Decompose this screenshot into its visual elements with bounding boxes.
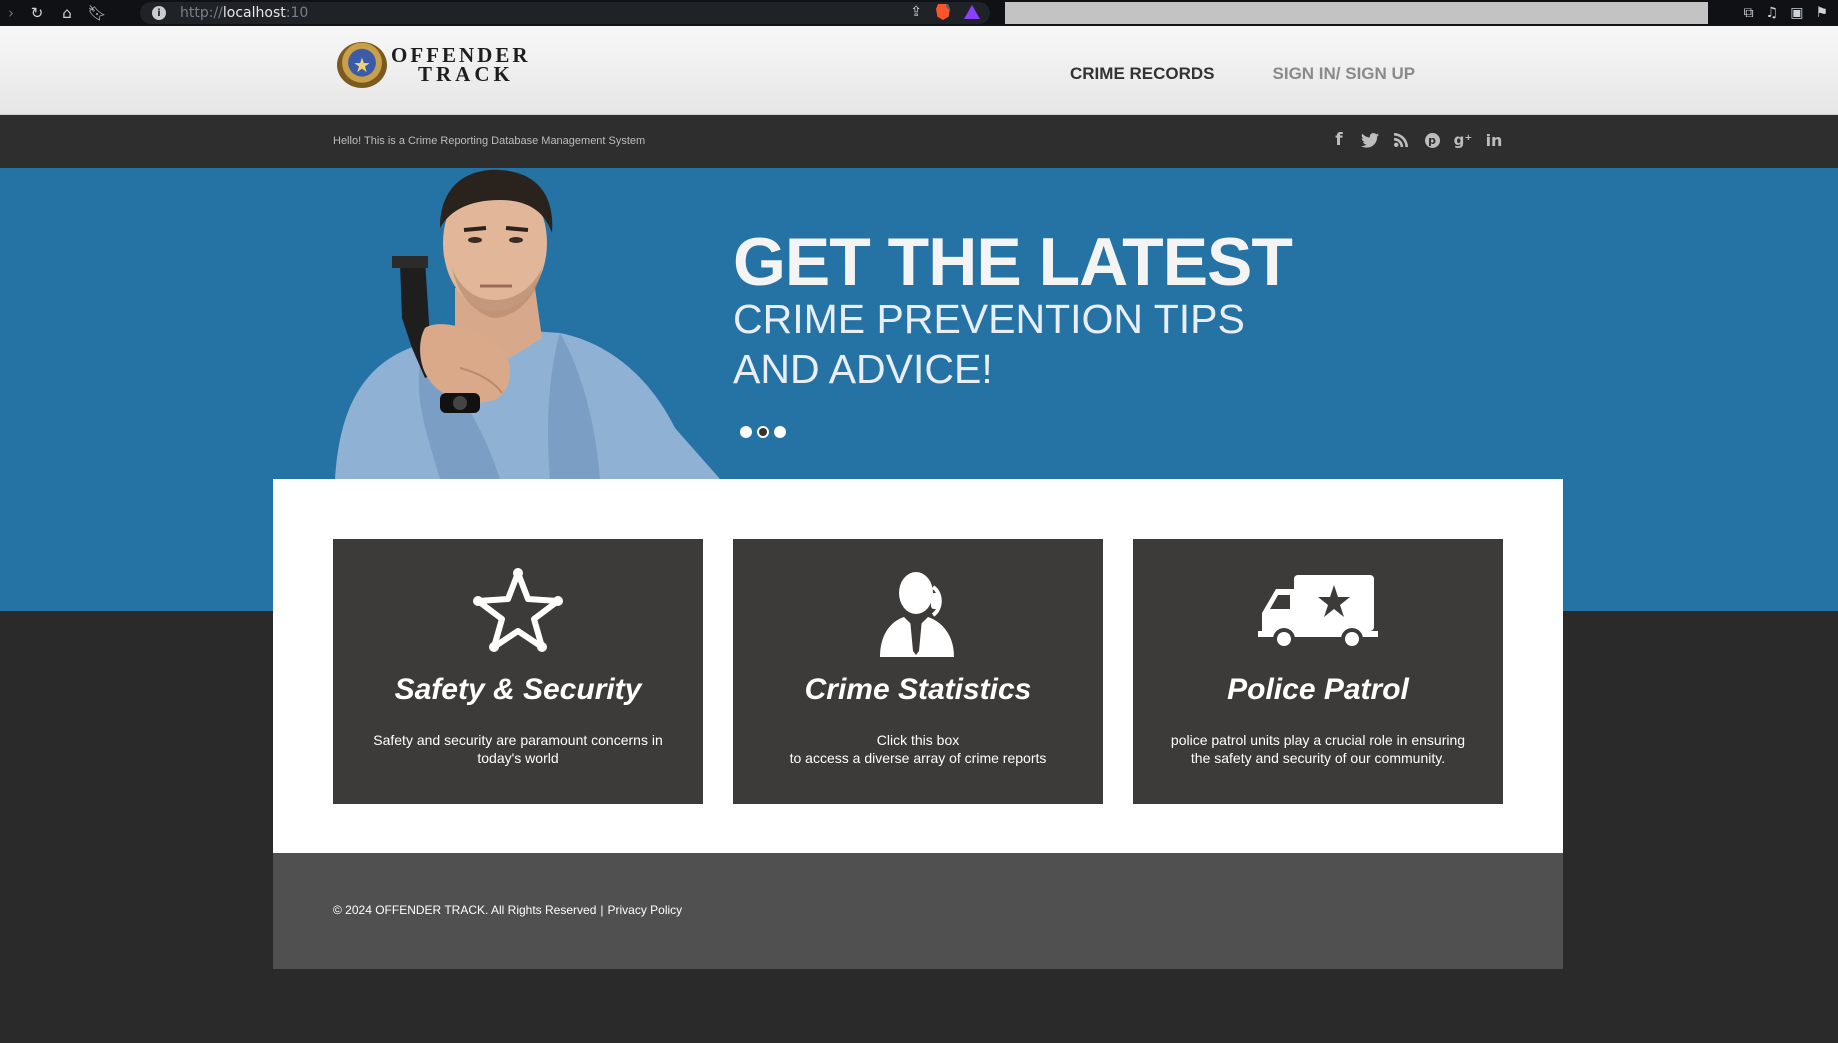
blurred-toolbar-region xyxy=(1005,2,1708,24)
google-plus-icon[interactable]: g⁺ xyxy=(1454,127,1473,153)
feature-desc-line: Safety and security are paramount concer… xyxy=(373,732,663,748)
slider-dots xyxy=(740,426,786,438)
wallet-icon[interactable]: ▣ xyxy=(1790,5,1803,21)
logo-text: OFFENDER TRACK xyxy=(391,45,531,86)
url-port: :10 xyxy=(285,5,309,21)
site-info-icon[interactable]: i xyxy=(152,6,166,20)
social-links: f p g⁺ in xyxy=(1330,127,1503,153)
extensions-icon[interactable]: ⧉ xyxy=(1744,5,1754,21)
feature-desc-line: the safety and security of our community… xyxy=(1190,750,1446,766)
feature-safety-security[interactable]: Safety & Security Safety and security ar… xyxy=(333,539,703,804)
footer-separator: | xyxy=(600,903,604,917)
feature-police-patrol[interactable]: Police Patrol police patrol units play a… xyxy=(1133,539,1503,804)
hero-person-image xyxy=(330,168,730,479)
main-nav: CRIME RECORDS SIGN IN/ SIGN UP xyxy=(1070,64,1415,84)
nav-crime-records[interactable]: CRIME RECORDS xyxy=(1070,64,1215,84)
site-footer: © 2024 OFFENDER TRACK. All Rights Reserv… xyxy=(273,853,1563,969)
privacy-policy-link[interactable]: Privacy Policy xyxy=(608,903,683,917)
slider-dot-3[interactable] xyxy=(774,426,786,438)
brave-shields-icon[interactable]: 2 xyxy=(936,4,950,20)
shields-count-badge: 2 xyxy=(946,4,950,10)
browser-toolbar: › ↻ ⌂ 🔖︎ i http://localhost:10 ⇪ 2 ⧉ ♫ ▣… xyxy=(0,0,1838,26)
feature-title: Police Patrol xyxy=(1227,673,1409,706)
feature-desc-line: Click this box xyxy=(876,732,960,748)
address-bar[interactable]: i http://localhost:10 ⇪ 2 xyxy=(140,2,990,24)
bookmark-icon[interactable]: 🔖︎ xyxy=(82,0,112,26)
tagline-strip: Hello! This is a Crime Reporting Databas… xyxy=(0,115,1838,168)
sheriff-star-icon xyxy=(333,567,703,657)
slider-dot-2[interactable] xyxy=(757,426,769,438)
pinterest-icon[interactable]: p xyxy=(1423,127,1441,153)
twitter-icon[interactable] xyxy=(1361,127,1379,153)
home-icon[interactable]: ⌂ xyxy=(52,0,82,26)
logo-line-2: TRACK xyxy=(418,62,514,86)
feature-description: police patrol units play a crucial role … xyxy=(1163,731,1473,767)
police-badge-icon: ★ xyxy=(337,42,387,88)
hero-subtitle: CRIME PREVENTION TIPS AND ADVICE! xyxy=(733,296,1245,392)
feature-desc-line: to access a diverse array of crime repor… xyxy=(789,750,1047,766)
features-panel: Safety & Security Safety and security ar… xyxy=(273,479,1563,853)
feature-crime-statistics[interactable]: Crime Statistics Click this box to acces… xyxy=(733,539,1103,804)
linkedin-icon[interactable]: in xyxy=(1485,127,1503,153)
tagline: Hello! This is a Crime Reporting Databas… xyxy=(333,135,646,147)
media-icon[interactable]: ♫ xyxy=(1766,5,1779,21)
reload-icon[interactable]: ↻ xyxy=(22,0,52,26)
vpn-icon[interactable]: ⚑ xyxy=(1815,5,1828,21)
site-header: ★ OFFENDER TRACK CRIME RECORDS SIGN IN/ … xyxy=(0,26,1838,115)
feature-description: Safety and security are paramount concer… xyxy=(363,731,673,767)
url-protocol: http:// xyxy=(180,5,223,21)
feature-desc-line: today's world xyxy=(477,750,559,766)
footer-copyright: © 2024 OFFENDER TRACK. All Rights Reserv… xyxy=(333,903,597,917)
footer-text: © 2024 OFFENDER TRACK. All Rights Reserv… xyxy=(333,903,682,917)
nav-sign-in-sign-up[interactable]: SIGN IN/ SIGN UP xyxy=(1273,64,1416,84)
police-van-icon xyxy=(1133,567,1503,657)
feature-title: Safety & Security xyxy=(394,673,642,706)
rss-icon[interactable] xyxy=(1392,127,1410,153)
forward-icon[interactable]: › xyxy=(0,0,22,26)
brave-rewards-icon[interactable] xyxy=(964,5,980,19)
share-icon[interactable]: ⇪ xyxy=(910,4,922,20)
site-logo[interactable]: ★ OFFENDER TRACK xyxy=(337,42,531,88)
feature-description: Click this box to access a diverse array… xyxy=(763,731,1073,767)
facebook-icon[interactable]: f xyxy=(1330,127,1348,153)
feature-title: Crime Statistics xyxy=(804,673,1032,706)
url-text: http://localhost:10 xyxy=(180,5,308,21)
agent-phone-icon xyxy=(733,567,1103,657)
slider-dot-1[interactable] xyxy=(740,426,752,438)
url-host: localhost xyxy=(222,5,286,21)
feature-desc-line: police patrol units play a crucial role … xyxy=(1170,732,1466,748)
hero-title: GET THE LATEST xyxy=(733,224,1293,300)
